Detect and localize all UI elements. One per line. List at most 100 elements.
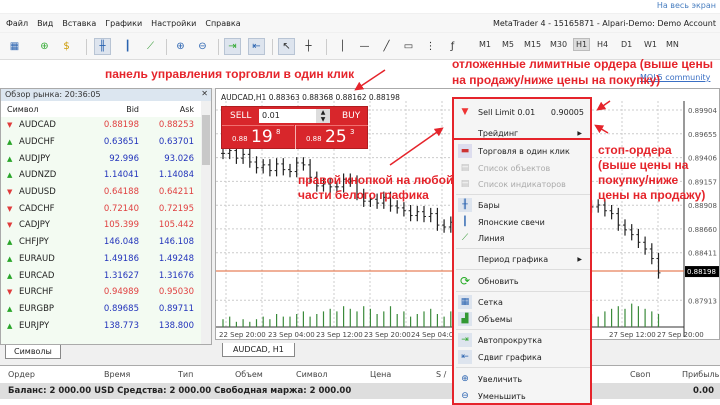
market-watch-row[interactable]: ▼ AUDUSD 0.64188 0.64211 [1,184,211,201]
trendline-icon[interactable]: ╱ [378,38,395,55]
volumes-icon: ▟ [458,312,472,326]
menu-item-sell-limit[interactable]: ▼ Sell Limit 0.01 0.90005 [454,104,590,120]
market-watch-row[interactable]: ▲ CHFJPY 146.048 146.108 [1,234,211,251]
buy-price-button[interactable]: 0.88 25 3 [296,125,368,149]
fibonacci-icon[interactable]: ⋮ [422,38,439,55]
price-bar [408,205,413,222]
cursor-icon[interactable]: ↖ [278,38,295,55]
timeframe-d1[interactable]: D1 [621,40,632,49]
market-icon[interactable]: $ [58,38,75,55]
timeframe-m1[interactable]: M1 [479,40,491,49]
column-profit[interactable]: Прибыль [682,370,719,379]
menu-charts[interactable]: Графики [105,19,142,28]
timeframe-m15[interactable]: M15 [524,40,541,49]
market-watch-row[interactable]: ▲ EURGBP 0.89685 0.89711 [1,301,211,318]
menu-item-zoom-out[interactable]: ⊖ Уменьшить [454,388,590,404]
menu-help[interactable]: Справка [205,19,240,28]
bid: 1.31627 [103,270,139,281]
column-swap[interactable]: Своп [630,370,650,379]
scrollbar-thumb[interactable] [202,115,210,165]
column-time[interactable]: Время [104,370,130,379]
zoom-out-icon[interactable]: ⊖ [194,38,211,55]
sell-price-button[interactable]: 0.88 19 8 [222,125,294,149]
column-sl[interactable]: S / [436,370,446,379]
timeframe-m30[interactable]: M30 [550,40,567,49]
new-profile-icon[interactable]: ⊕ [36,38,53,55]
timeframe-h1[interactable]: H1 [573,38,591,51]
bid: 146.048 [103,237,139,248]
autoscroll-icon: ⇥ [458,333,472,347]
menu-item-trading[interactable]: Трейдинг ▶ [454,125,590,141]
scrollbar[interactable] [201,101,211,344]
menu-view[interactable]: Вид [37,19,53,28]
menu-item-one-click-trading[interactable]: ▬ Торговля в один клик [454,143,590,159]
column-bid[interactable]: Bid [81,105,139,114]
candles-icon[interactable]: ┃ [119,38,136,55]
price-bar [254,156,259,174]
menu-item-objects-list[interactable]: ▤ Список объектов [454,160,590,176]
market-watch-row[interactable]: ▼ CADCHF 0.72140 0.72195 [1,200,211,217]
column-order[interactable]: Ордер [8,370,35,379]
timeframe-m5[interactable]: M5 [502,40,514,49]
bars-icon: ╫ [458,198,472,212]
line-chart-icon[interactable]: ⟋ [142,38,159,55]
market-watch-row[interactable]: ▼ AUDCAD 0.88198 0.88253 [1,117,211,134]
market-watch-row[interactable]: ▼ CADJPY 105.399 105.442 [1,217,211,234]
bars-icon[interactable]: ╫ [94,38,111,55]
new-chart-icon[interactable]: ▦ [6,38,23,55]
timeframe-w1[interactable]: W1 [644,40,657,49]
autoscroll-icon[interactable]: ⇥ [224,38,241,55]
fullscreen-link[interactable]: На весь экран [657,1,716,10]
text-icon[interactable]: ▭ [400,38,417,55]
market-watch-row[interactable]: ▲ EURCAD 1.31627 1.31676 [1,267,211,284]
market-watch-row[interactable]: ▼ EURCHF 0.94989 0.95030 [1,284,211,301]
menu-item-autoscroll[interactable]: ⇥ Автопрокрутка [454,332,590,348]
sell-button[interactable]: SELL [230,111,251,121]
menu-item-timeframe[interactable]: Период графика ▶ [454,251,590,267]
tab-symbols[interactable]: Символы [5,345,61,359]
market-watch-row[interactable]: ▲ AUDCHF 0.63651 0.63701 [1,134,211,151]
menu-insert[interactable]: Вставка [62,19,96,28]
close-icon[interactable]: ✕ [201,89,208,98]
ask: 138.800 [158,320,194,331]
column-ask[interactable]: Ask [139,105,194,114]
one-click-trade-panel: SELL 0.01 ▲ ▼ BUY 0.88 19 8 0.88 25 3 [221,106,368,149]
lot-stepper[interactable]: ▲ ▼ [316,109,330,123]
menu-item-indicators-list[interactable]: ▤ Список индикаторов [454,176,590,192]
menu-item-zoom-in[interactable]: ⊕ Увеличить [454,371,590,387]
market-watch-row[interactable]: ▲ AUDNZD 1.14041 1.14084 [1,167,211,184]
column-symbol[interactable]: Символ [1,105,81,114]
vertical-line-icon[interactable]: │ [334,38,351,55]
tab-chart-audcad[interactable]: AUDCAD, H1 [222,343,295,357]
menu-item-volumes[interactable]: ▟ Объемы [454,311,590,327]
column-volume[interactable]: Объем [235,370,263,379]
market-watch-row[interactable]: ▲ EURAUD 1.49186 1.49248 [1,251,211,268]
column-symbol[interactable]: Символ [296,370,328,379]
menu-item-refresh[interactable]: ⟳ Обновить [454,273,590,289]
bid: 1.14041 [103,170,139,181]
column-price[interactable]: Цена [370,370,391,379]
zoom-in-icon[interactable]: ⊕ [172,38,189,55]
price-bar [428,207,433,223]
menu-item-bars[interactable]: ╫ Бары [454,197,590,213]
market-watch-row[interactable]: ▲ AUDJPY 92.996 93.026 [1,150,211,167]
indicators-icon[interactable]: ƒ [444,38,461,55]
menu-item-candles[interactable]: ┃ Японские свечи [454,214,590,230]
menu-item-chart-shift[interactable]: ⇤ Сдвиг графика [454,349,590,365]
terminal-panel: Ордер Время Тип Объем Символ Цена S / Св… [0,365,720,405]
menu-file[interactable]: Файл [6,19,28,28]
menu-settings[interactable]: Настройки [151,19,196,28]
buy-button[interactable]: BUY [342,111,360,121]
crosshair-icon[interactable]: ┼ [300,38,317,55]
price-bar [656,252,661,279]
horizontal-line-icon[interactable]: — [356,38,373,55]
column-type[interactable]: Тип [178,370,193,379]
price-bar [401,202,406,217]
bid: 138.773 [103,320,139,331]
timeframe-mn[interactable]: MN [666,40,679,49]
market-watch-row[interactable]: ▲ EURJPY 138.773 138.800 [1,317,211,334]
timeframe-h4[interactable]: H4 [597,40,608,49]
menu-item-grid[interactable]: ▦ Сетка [454,294,590,310]
menu-item-line[interactable]: ⟋ Линия [454,230,590,246]
chart-shift-icon[interactable]: ⇤ [248,38,265,55]
